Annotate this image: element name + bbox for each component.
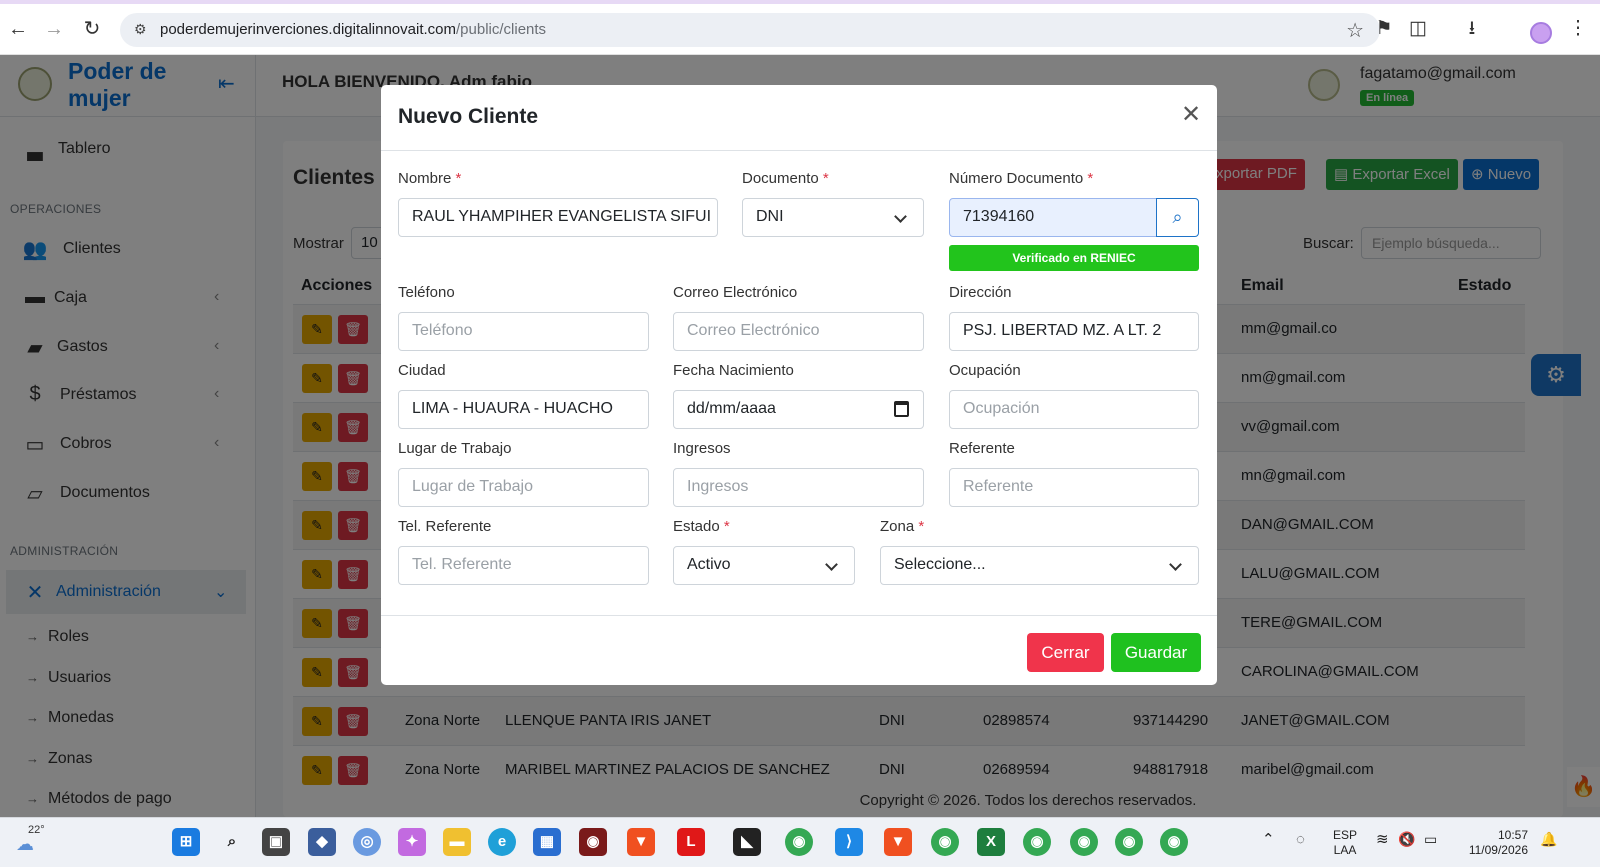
documento-select[interactable]: DNI bbox=[742, 198, 924, 237]
app-icon[interactable]: ◆ bbox=[308, 828, 336, 856]
windows-start-icon[interactable]: ⊞ bbox=[172, 828, 200, 856]
search-icon[interactable]: ⌕ bbox=[1156, 198, 1199, 237]
tel-referente-input[interactable]: Tel. Referente bbox=[398, 546, 649, 585]
back-icon[interactable]: ← bbox=[6, 17, 30, 41]
copilot-icon[interactable]: ✦ bbox=[398, 828, 426, 856]
task-view-icon[interactable]: ▣ bbox=[262, 828, 290, 856]
onedrive-icon[interactable]: ◌ bbox=[1296, 832, 1305, 847]
browser-toolbar: ← → ↻ ⚙ poderdemujerinverciones.digitali… bbox=[0, 4, 1600, 55]
lugar-trabajo-label: Lugar de Trabajo bbox=[398, 440, 512, 457]
modal-header: Nuevo Cliente ✕ bbox=[381, 85, 1217, 151]
zona-label: Zona * bbox=[880, 518, 925, 535]
search-icon[interactable]: ⌕ bbox=[218, 828, 246, 856]
chrome-linkedin-icon[interactable]: ◉ bbox=[1023, 828, 1051, 856]
guardar-button[interactable]: Guardar bbox=[1111, 633, 1201, 672]
estado-select[interactable]: Activo bbox=[673, 546, 855, 585]
url-text: poderdemujerinverciones.digitalinnovait.… bbox=[160, 21, 547, 38]
direccion-input[interactable]: PSJ. LIBERTAD MZ. A LT. 2 bbox=[949, 312, 1199, 351]
bookmark-star-icon[interactable]: ☆ bbox=[1346, 18, 1364, 43]
modal-footer: Cerrar Guardar bbox=[381, 615, 1217, 685]
brave-icon-2[interactable]: ▼ bbox=[884, 828, 912, 856]
direccion-label: Dirección bbox=[949, 284, 1012, 301]
media-app-icon[interactable]: ◉ bbox=[579, 828, 607, 856]
file-explorer-icon[interactable]: ▬ bbox=[443, 828, 471, 856]
brave-icon[interactable]: ▼ bbox=[627, 828, 655, 856]
windows-taskbar: 22° ☁ ⊞ ⌕ ▣ ◆ ◎ ✦ ▬ e ▦ ◉ ▼ L ◣ ◉ ⟩ ▼ ◉ … bbox=[0, 817, 1600, 867]
correo-label: Correo Electrónico bbox=[673, 284, 798, 301]
ingresos-label: Ingresos bbox=[673, 440, 731, 457]
referente-label: Referente bbox=[949, 440, 1015, 457]
clock[interactable]: 10:57 11/09/2026 bbox=[1468, 828, 1528, 858]
nvidia-icon[interactable]: ◣ bbox=[733, 828, 761, 856]
extensions-puzzle-icon[interactable]: ◫ bbox=[1406, 17, 1430, 41]
ingresos-input[interactable]: Ingresos bbox=[673, 468, 924, 507]
address-bar[interactable]: ⚙ poderdemujerinverciones.digitalinnovai… bbox=[120, 13, 1380, 47]
letter-l-app-icon[interactable]: L bbox=[677, 828, 705, 856]
fecha-nacimiento-input[interactable]: dd/mm/aaaa bbox=[673, 390, 924, 429]
zona-select[interactable]: Seleccione... bbox=[880, 546, 1199, 585]
email-field[interactable]: Correo Electrónico bbox=[673, 312, 924, 351]
wifi-icon[interactable]: ≋ bbox=[1376, 832, 1389, 847]
chevron-up-icon[interactable]: ⌃ bbox=[1262, 832, 1275, 847]
telefono-label: Teléfono bbox=[398, 284, 455, 301]
weather-cloud-icon[interactable]: ☁ bbox=[16, 834, 34, 855]
chrome-profile-icon-3[interactable]: ◉ bbox=[1115, 828, 1143, 856]
volume-muted-icon[interactable]: 🔇 bbox=[1398, 832, 1415, 847]
ocupacion-label: Ocupación bbox=[949, 362, 1021, 379]
new-client-modal: Nuevo Cliente ✕ Nombre * RAUL YHAMPIHER … bbox=[381, 85, 1217, 685]
telefono-input[interactable]: Teléfono bbox=[398, 312, 649, 351]
forward-icon[interactable]: → bbox=[42, 17, 66, 41]
site-settings-icon[interactable]: ⚙ bbox=[134, 21, 147, 38]
battery-icon[interactable]: ▭ bbox=[1424, 832, 1437, 847]
modal-title: Nuevo Cliente bbox=[398, 105, 539, 128]
documento-label: Documento * bbox=[742, 170, 829, 187]
chrome-profile-icon-4[interactable]: ◉ bbox=[1160, 828, 1188, 856]
chrome-icon[interactable]: ◉ bbox=[785, 828, 813, 856]
profile-avatar[interactable] bbox=[1530, 22, 1552, 44]
excel-icon[interactable]: X bbox=[977, 828, 1005, 856]
chrome-profile-icon-2[interactable]: ◉ bbox=[1070, 828, 1098, 856]
ciudad-label: Ciudad bbox=[398, 362, 446, 379]
globe-icon[interactable]: ◎ bbox=[353, 828, 381, 856]
edge-icon[interactable]: e bbox=[488, 828, 516, 856]
store-icon[interactable]: ▦ bbox=[533, 828, 561, 856]
notification-icon[interactable]: 🔔 bbox=[1540, 832, 1557, 847]
browser-menu-icon[interactable]: ⋮ bbox=[1566, 17, 1590, 41]
chrome-profile-icon[interactable]: ◉ bbox=[931, 828, 959, 856]
language-indicator[interactable]: ESP LAA bbox=[1333, 828, 1357, 858]
referente-input[interactable]: Referente bbox=[949, 468, 1199, 507]
fecha-nacimiento-label: Fecha Nacimiento bbox=[673, 362, 794, 379]
calendar-icon[interactable] bbox=[894, 401, 909, 417]
lugar-trabajo-input[interactable]: Lugar de Trabajo bbox=[398, 468, 649, 507]
reload-icon[interactable]: ↻ bbox=[80, 17, 104, 41]
ocupacion-input[interactable]: Ocupación bbox=[949, 390, 1199, 429]
cerrar-button[interactable]: Cerrar bbox=[1027, 633, 1104, 672]
fecha-nacimiento-value: dd/mm/aaaa bbox=[687, 400, 776, 417]
estado-label: Estado * bbox=[673, 518, 730, 535]
tel-referente-label: Tel. Referente bbox=[398, 518, 492, 535]
close-icon[interactable]: ✕ bbox=[1181, 103, 1201, 127]
numero-documento-input[interactable]: 71394160 bbox=[949, 198, 1157, 237]
numero-documento-label: Número Documento * bbox=[949, 170, 1094, 187]
nombre-label: Nombre * bbox=[398, 170, 462, 187]
nombre-input[interactable]: RAUL YHAMPIHER EVANGELISTA SIFUI bbox=[398, 198, 718, 237]
extension-icon[interactable]: ⚑ bbox=[1372, 17, 1396, 41]
reniec-verified-badge: Verificado en RENIEC bbox=[949, 245, 1199, 271]
download-icon[interactable]: ⭳ bbox=[1460, 17, 1484, 41]
ciudad-input[interactable]: LIMA - HUAURA - HUACHO bbox=[398, 390, 649, 429]
vscode-icon[interactable]: ⟩ bbox=[835, 828, 863, 856]
